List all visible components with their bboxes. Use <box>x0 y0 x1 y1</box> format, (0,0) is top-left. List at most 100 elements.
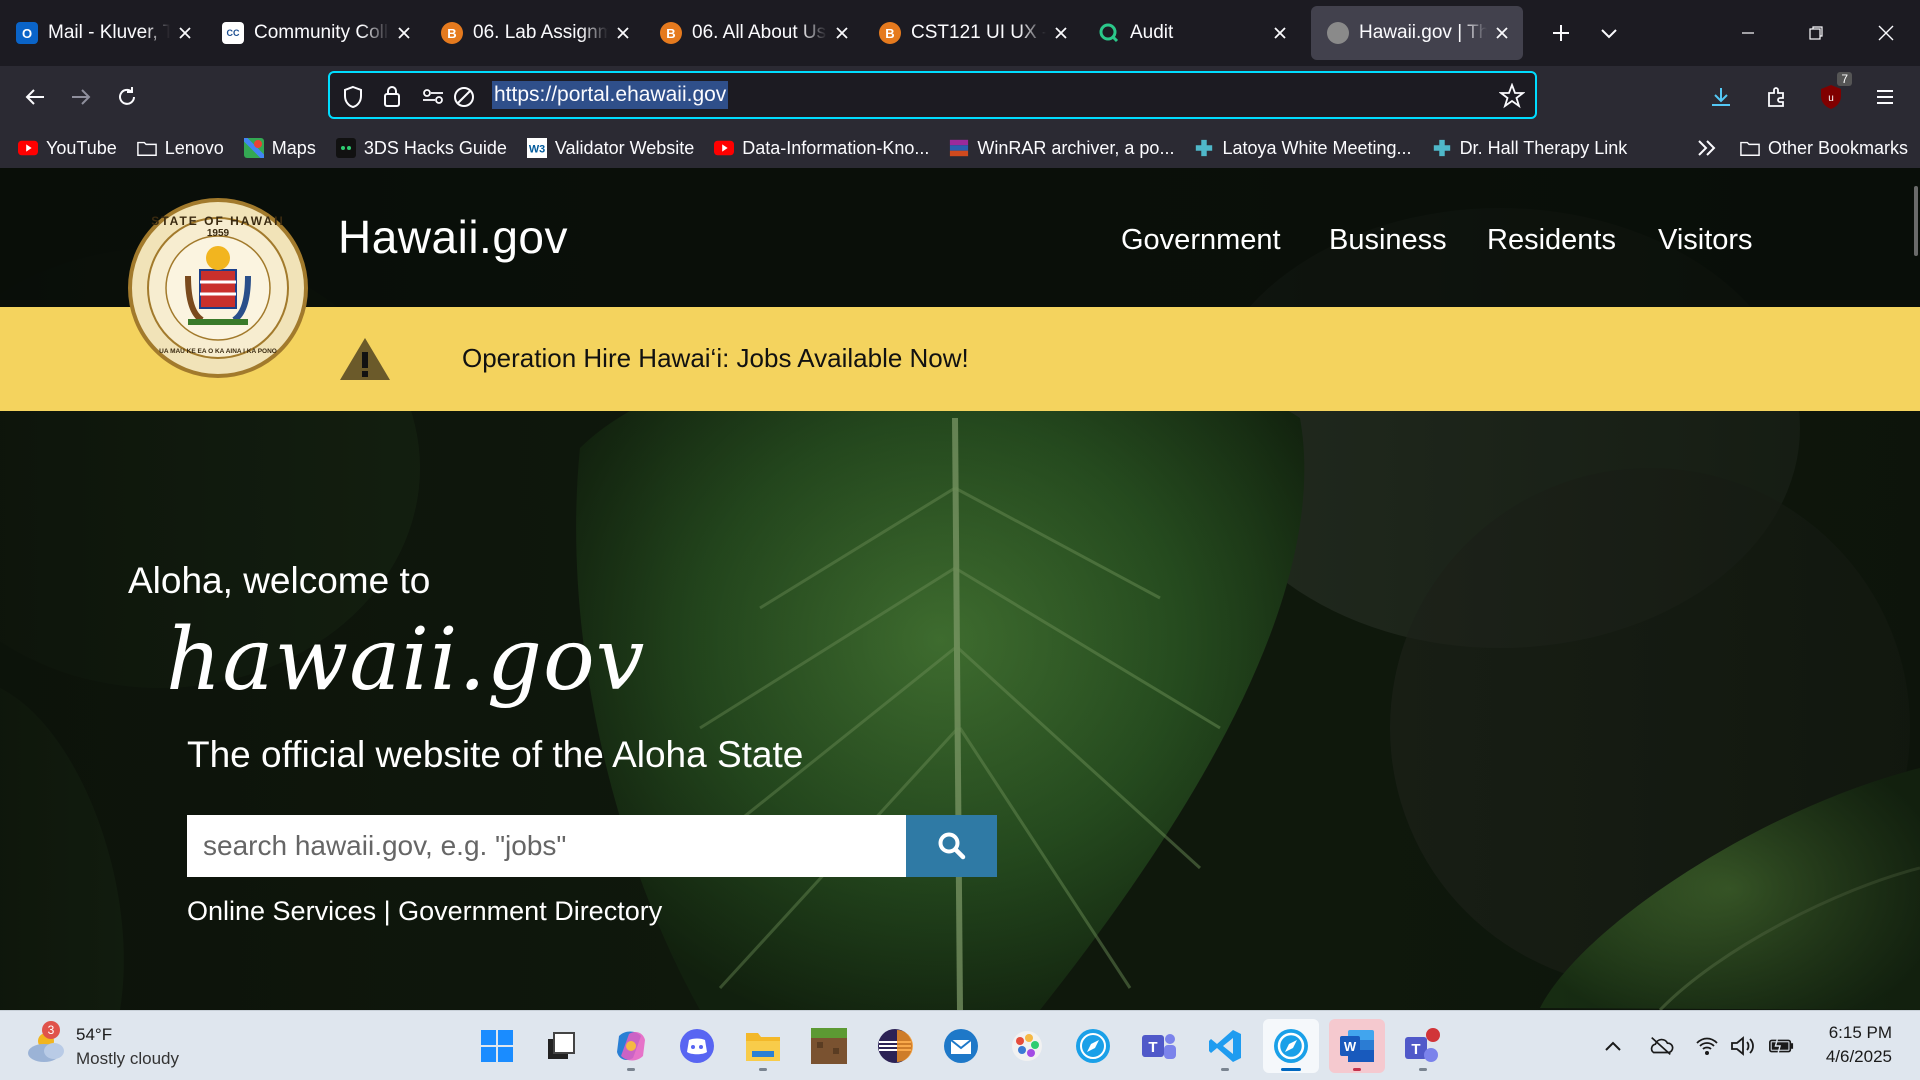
downloads-button[interactable] <box>1698 74 1744 120</box>
nav-visitors[interactable]: Visitors <box>1658 224 1753 257</box>
system-clock[interactable]: 6:15 PM 4/6/2025 <box>1826 1021 1892 1069</box>
taskbar-teams[interactable]: T <box>1131 1019 1187 1073</box>
bookmark-label: Dr. Hall Therapy Link <box>1459 137 1628 158</box>
more-bookmarks-button[interactable] <box>1690 130 1724 166</box>
lock-icon[interactable] <box>382 84 402 113</box>
taskbar-copilot[interactable] <box>603 1019 659 1073</box>
health-cross-icon <box>1432 138 1452 158</box>
bookmark-youtube[interactable]: YouTube <box>12 130 123 166</box>
nav-residents[interactable]: Residents <box>1487 224 1616 257</box>
other-bookmarks-folder[interactable]: Other Bookmarks <box>1734 130 1914 166</box>
hawaii-favicon <box>1327 22 1349 44</box>
search-input[interactable] <box>187 815 906 877</box>
bookmark-maps[interactable]: Maps <box>238 130 322 166</box>
clock-time: 6:15 PM <box>1828 1023 1892 1042</box>
new-tab-button[interactable] <box>1537 9 1585 57</box>
bookmark-star-icon[interactable] <box>1498 82 1526 114</box>
browser-icon <box>1274 1029 1308 1063</box>
taskbar-browser[interactable] <box>1263 1019 1319 1073</box>
nav-government[interactable]: Government <box>1121 224 1281 257</box>
bookmark-folder-lenovo[interactable]: Lenovo <box>131 130 230 166</box>
bookmark-latoya-white[interactable]: Latoya White Meeting... <box>1188 130 1417 166</box>
state-seal-logo[interactable]: STATE OF HAWAII 1959 UA MAU KE EA O KA A… <box>128 198 308 378</box>
url-bar[interactable]: https://portal.ehawaii.gov <box>328 71 1537 119</box>
app-running-indicator <box>627 1068 635 1071</box>
3ds-icon <box>335 138 356 158</box>
svg-text:T: T <box>1148 1039 1157 1056</box>
back-button[interactable] <box>12 74 58 120</box>
bookmark-dr-hall[interactable]: Dr. Hall Therapy Link <box>1426 130 1634 166</box>
onedrive-status-button[interactable] <box>1648 1033 1674 1059</box>
tab-mail[interactable]: O Mail - Kluver, Tin <box>0 6 206 60</box>
bookmark-label: Other Bookmarks <box>1768 137 1909 158</box>
task-view-button[interactable] <box>533 1019 589 1073</box>
clock-date: 4/6/2025 <box>1825 1047 1892 1066</box>
taskbar-mail-client[interactable] <box>933 1019 989 1073</box>
restore-button[interactable] <box>1782 0 1850 66</box>
close-window-button[interactable] <box>1852 0 1920 66</box>
taskbar-discord[interactable] <box>669 1019 725 1073</box>
tab-title: Hawaii.gov | The <box>1359 22 1487 43</box>
tab-lab-assignment[interactable]: B 06. Lab Assignment <box>425 6 644 60</box>
weather-temperature: 54°F <box>76 1025 113 1044</box>
app-menu-button[interactable] <box>1862 74 1908 120</box>
close-icon[interactable] <box>174 22 196 44</box>
extensions-button[interactable] <box>1754 74 1800 120</box>
weather-widget[interactable]: 3 54°F Mostly cloudy <box>24 1021 224 1073</box>
autoplay-blocked-icon[interactable] <box>452 85 476 114</box>
volume-button[interactable] <box>1730 1033 1756 1059</box>
bookmark-3ds-hacks[interactable]: 3DS Hacks Guide <box>330 130 513 166</box>
taskbar-minecraft[interactable] <box>801 1019 857 1073</box>
online-services-link[interactable]: Online Services <box>187 896 376 926</box>
bookmark-label: WinRAR archiver, a po... <box>977 137 1175 158</box>
tab-all-about-users[interactable]: B 06. All About Users <box>644 6 863 60</box>
svg-text:W3: W3 <box>529 144 545 156</box>
start-button[interactable] <box>469 1019 525 1073</box>
close-icon[interactable] <box>831 22 853 44</box>
network-button[interactable] <box>1694 1033 1720 1059</box>
tab-hawaii-gov[interactable]: Hawaii.gov | The <box>1311 6 1523 60</box>
windows-taskbar: 3 54°F Mostly cloudy T W T 6:15 PM 4/6/2… <box>0 1010 1920 1080</box>
reload-button[interactable] <box>104 74 150 120</box>
svg-text:W: W <box>1344 1039 1357 1054</box>
close-icon[interactable] <box>612 22 634 44</box>
government-directory-link[interactable]: Government Directory <box>398 896 662 926</box>
taskbar-teams-personal[interactable]: T <box>1395 1019 1451 1073</box>
taskbar-vscode[interactable] <box>1197 1019 1253 1073</box>
folder-icon <box>136 138 157 158</box>
nav-business[interactable]: Business <box>1329 224 1447 257</box>
link-separator: | <box>376 896 399 926</box>
tab-community-college[interactable]: CC Community College <box>206 6 425 60</box>
permissions-icon[interactable] <box>422 86 444 111</box>
search-button[interactable] <box>906 815 997 877</box>
show-hidden-icons-button[interactable] <box>1600 1033 1626 1059</box>
ublock-extension-button[interactable]: u 7 <box>1808 72 1854 120</box>
chevron-up-icon <box>1605 1041 1621 1051</box>
bookmark-winrar[interactable]: WinRAR archiver, a po... <box>943 130 1180 166</box>
taskbar-compass-app[interactable] <box>1065 1019 1121 1073</box>
bookmark-data-information[interactable]: Data-Information-Kno... <box>708 130 935 166</box>
taskbar-word[interactable]: W <box>1329 1019 1385 1073</box>
site-title[interactable]: Hawaii.gov <box>338 210 568 264</box>
forward-button[interactable] <box>58 74 104 120</box>
bookmark-validator[interactable]: W3 Validator Website <box>521 130 700 166</box>
close-icon[interactable] <box>1050 22 1072 44</box>
tab-audit[interactable]: Audit <box>1082 6 1301 60</box>
taskbar-file-explorer[interactable] <box>735 1019 791 1073</box>
minimize-button[interactable] <box>1714 0 1782 66</box>
taskbar-paint[interactable] <box>999 1019 1055 1073</box>
page-scrollbar-thumb[interactable] <box>1914 186 1918 256</box>
taskbar-eclipse[interactable] <box>867 1019 923 1073</box>
tracking-protection-shield-icon[interactable] <box>342 85 364 114</box>
url-text[interactable]: https://portal.ehawaii.gov <box>492 81 729 109</box>
bookmarks-toolbar: YouTube Lenovo Maps 3DS Hacks Guide W3 V… <box>0 128 1920 168</box>
close-icon[interactable] <box>393 22 415 44</box>
alert-text[interactable]: Operation Hire Hawai‘i: Jobs Available N… <box>462 343 969 374</box>
battery-button[interactable] <box>1768 1033 1794 1059</box>
close-icon[interactable] <box>1269 22 1291 44</box>
download-icon <box>1712 88 1730 106</box>
close-icon[interactable] <box>1491 22 1513 44</box>
list-all-tabs-button[interactable] <box>1585 9 1633 57</box>
svg-text:T: T <box>1411 1041 1420 1058</box>
tab-cst121[interactable]: B CST121 UI UX - S <box>863 6 1082 60</box>
